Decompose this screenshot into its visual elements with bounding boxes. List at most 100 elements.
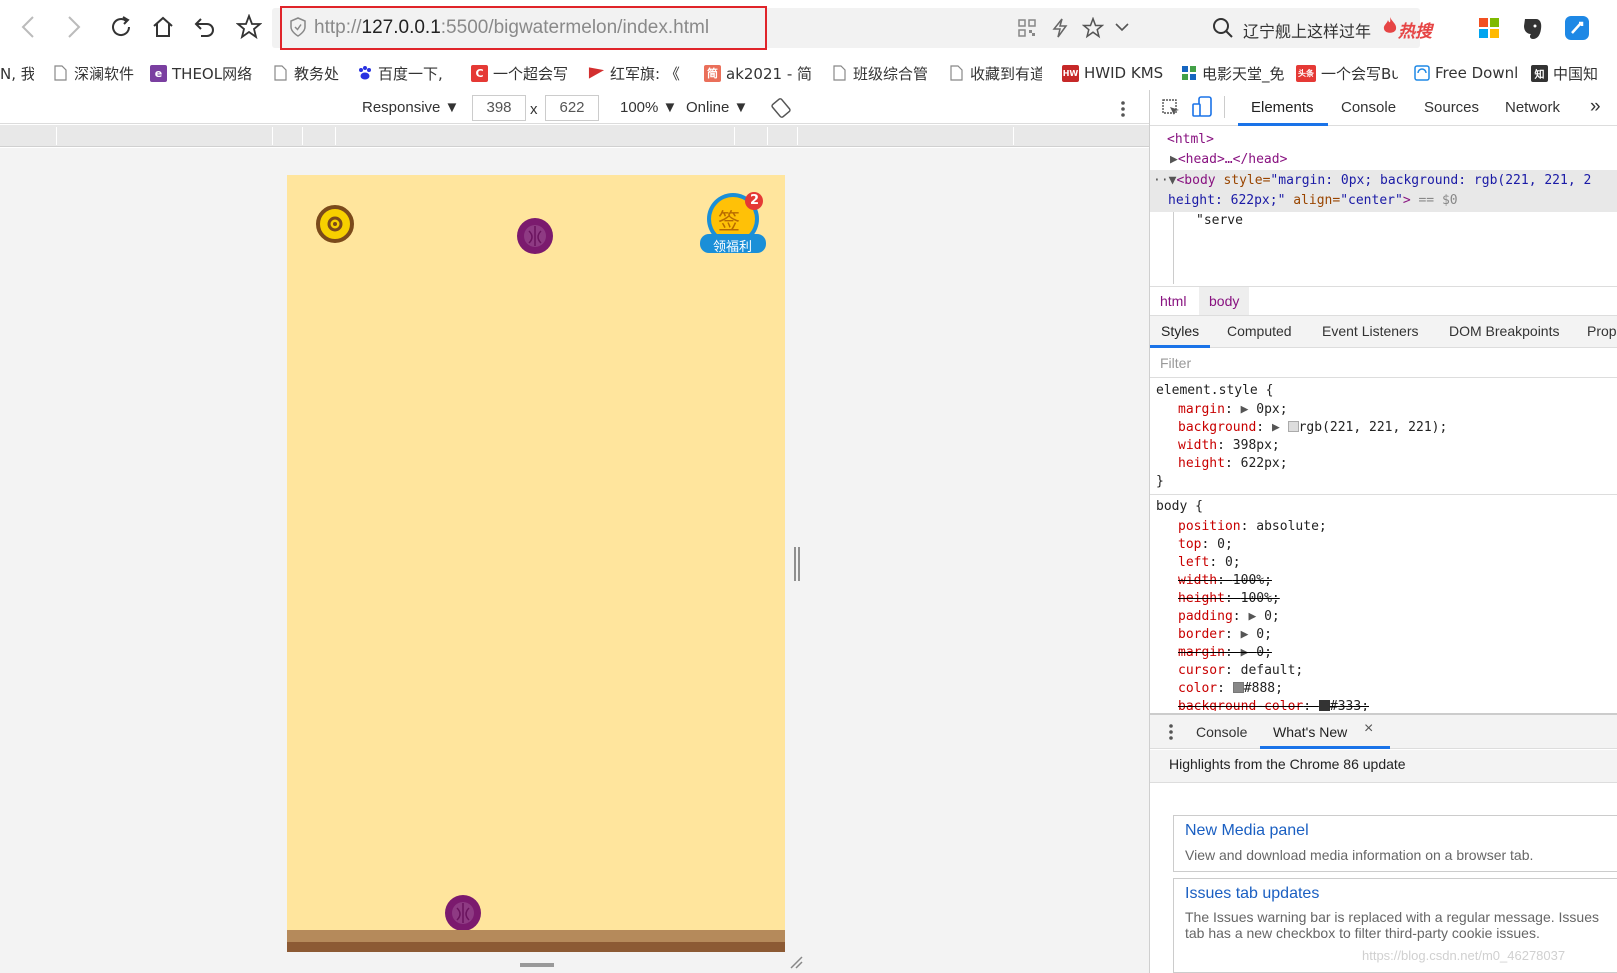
bolt-icon[interactable] [1051,18,1069,38]
notification-badge: 2 [750,193,760,208]
home-icon[interactable] [146,10,180,44]
bookmark-item[interactable]: 知中国知 [1531,62,1617,84]
page-icon [272,65,289,82]
bookmark-item[interactable]: 简 ak2021 - 简 [704,62,812,84]
kebab-menu-icon[interactable] [1120,100,1126,118]
bookmark-item[interactable]: N, 我 [0,62,34,84]
watermark: https://blog.csdn.net/m0_46278037 [1362,948,1566,963]
bookmark-item[interactable]: 收藏到有道 [948,62,1042,84]
styles-filter[interactable] [1150,348,1617,378]
width-input[interactable]: 398 [472,95,526,121]
drawer-menu-icon[interactable] [1168,723,1174,741]
css-rule-margin[interactable]: margin: ▶ 0px; [1178,402,1288,417]
resize-corner-icon[interactable] [789,955,803,969]
close-icon[interactable]: × [1364,720,1373,738]
rule-close-brace: } [1156,474,1164,489]
color-swatch[interactable] [1318,700,1330,711]
hot-search-label[interactable]: 热搜 [1398,17,1432,42]
whats-new-card[interactable]: New Media panel View and download media … [1173,815,1617,872]
tab-console[interactable]: Console [1341,99,1396,116]
dom-text-node[interactable]: "serve [1196,213,1243,228]
bookmark-item[interactable]: 教务处 [272,62,348,84]
css-rule-width-overridden[interactable]: width: 100%; [1178,573,1272,588]
bookmark-item[interactable]: 头条 一个会写Bu [1296,62,1398,84]
game-canvas[interactable] [287,175,785,955]
css-rule-left[interactable]: left: 0; [1178,555,1241,570]
jianshu-icon: 简 [704,64,721,82]
css-rule-border[interactable]: border: ▶ 0; [1178,627,1272,642]
drawer-tab-console[interactable]: Console [1196,724,1247,740]
bookmark-label: 教务处 [294,64,340,83]
bookmark-item[interactable]: 百度一下, [356,62,460,84]
chevron-down-icon[interactable] [1114,20,1130,34]
tab-styles[interactable]: Styles [1161,323,1199,339]
tab-computed[interactable]: Computed [1227,323,1292,339]
tab-event-listeners[interactable]: Event Listeners [1322,323,1419,339]
rotate-icon[interactable] [771,98,791,118]
network-dropdown[interactable]: Online ▼ [686,99,748,116]
breadcrumb-html[interactable]: html [1160,293,1186,309]
dom-html-open[interactable]: <html> [1167,132,1214,147]
color-swatch[interactable] [1287,421,1299,432]
bookmark-item[interactable]: 电影天堂_免 [1180,62,1284,84]
tab-sources[interactable]: Sources [1424,99,1479,116]
css-rule-padding[interactable]: padding: ▶ 0; [1178,609,1280,624]
more-tabs-icon[interactable]: » [1590,96,1601,118]
forward-icon[interactable] [56,10,90,44]
url-text[interactable]: http://127.0.0.1:5500/bigwatermelon/inde… [314,17,709,39]
back-icon[interactable] [12,10,46,44]
card-title[interactable]: New Media panel [1185,822,1309,840]
bookmark-label: 深澜软件 [74,64,135,83]
evernote-icon[interactable] [1520,15,1544,41]
bookmark-item[interactable]: C 一个超会写 [471,62,571,84]
windows-icon[interactable] [1478,17,1500,39]
qr-icon[interactable] [1018,19,1036,37]
bookmark-item[interactable]: 深澜软件 [52,62,140,84]
color-swatch[interactable] [1232,682,1244,693]
css-rule-height[interactable]: height: 622px; [1178,456,1288,471]
refresh-download-icon [1413,65,1430,82]
app-icon[interactable] [1564,15,1590,41]
resize-handle-right[interactable] [794,547,800,581]
resize-handle-bottom[interactable] [520,963,554,967]
reload-icon[interactable] [104,10,138,44]
zoom-dropdown[interactable]: 100% ▼ [620,99,677,116]
bookmark-item[interactable]: HW HWID KMS [1062,62,1168,84]
tab-network[interactable]: Network [1505,99,1560,116]
css-rule-margin-overridden[interactable]: margin: ▶ 0; [1178,645,1272,660]
tab-properties[interactable]: Prope [1587,323,1617,339]
fire-icon [1382,16,1398,36]
undo-icon[interactable] [188,10,222,44]
search-icon[interactable] [1212,17,1234,39]
media-query-ruler[interactable] [0,125,1149,147]
tab-dom-breakpoints[interactable]: DOM Breakpoints [1449,323,1559,339]
css-rule-background[interactable]: background: ▶ rgb(221, 221, 221); [1178,420,1447,435]
element-style-selector: element.style { [1156,383,1274,398]
dom-body-line2: height: 622px;" align="center"> == $0 [1168,193,1458,208]
tab-elements[interactable]: Elements [1251,99,1314,116]
css-rule-top[interactable]: top: 0; [1178,537,1233,552]
breadcrumb-body[interactable]: body [1209,293,1239,309]
settings-ring-icon[interactable] [315,204,355,244]
bookmark-item[interactable]: 红军旗: 《 [588,62,684,84]
card-title[interactable]: Issues tab updates [1185,885,1319,903]
device-icon[interactable] [1192,96,1212,118]
css-rule-color[interactable]: color: #888; [1178,681,1283,696]
css-rule-position[interactable]: position: absolute; [1178,519,1327,534]
search-suggestion[interactable]: 辽宁舰上这样过年 [1243,18,1371,42]
height-input[interactable]: 622 [545,95,599,121]
sign-in-button[interactable]: 签 2 领福利 [700,191,768,257]
css-rule-background-color-overridden[interactable]: background-color: #333; [1178,699,1369,711]
responsive-dropdown[interactable]: Responsive ▼ [362,99,459,116]
star-icon[interactable] [232,10,266,44]
css-rule-cursor[interactable]: cursor: default; [1178,663,1303,678]
bookmark-item[interactable]: 班级综合管 [831,62,927,84]
bookmark-item[interactable]: e THEOL网络 [150,62,256,84]
css-rule-height-overridden[interactable]: height: 100%; [1178,591,1280,606]
drawer-tab-whats-new[interactable]: What's New [1273,724,1347,740]
bookmark-star-icon[interactable] [1082,17,1104,39]
dom-head[interactable]: ▶<head>…</head> [1170,152,1287,167]
bookmark-item[interactable]: Free Downl [1413,62,1517,84]
inspect-icon[interactable] [1161,98,1181,118]
css-rule-width[interactable]: width: 398px; [1178,438,1280,453]
